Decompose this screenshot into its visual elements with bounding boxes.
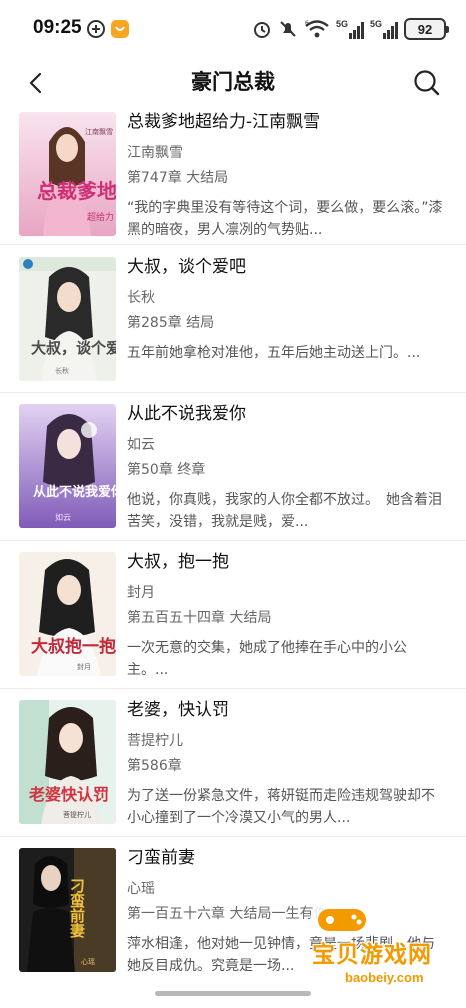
book-cover[interactable]: 老婆快认罚 菩提柠儿: [19, 700, 116, 824]
book-author: 如云: [127, 437, 155, 453]
network-label: 5G: [369, 19, 382, 29]
book-author: 封月: [127, 585, 155, 601]
book-title[interactable]: 老婆，快认罚: [127, 698, 446, 722]
book-cover[interactable]: 大叔抱一抱 封月: [19, 552, 116, 676]
book-cover[interactable]: 大叔，谈个爱吧 长秋: [19, 257, 116, 381]
cover-author: 心瑶: [81, 957, 95, 966]
wifi-icon: 6: [305, 20, 329, 38]
divider: [0, 392, 466, 393]
cover-title: 大叔抱一抱: [31, 636, 116, 657]
book-chapter: 第285章 结局: [127, 315, 215, 331]
book-description: 五年前她拿枪对准他，五年后她主动送上门。...: [127, 345, 421, 361]
cover-author: 封月: [77, 662, 91, 671]
book-chapter: 第586章: [127, 758, 182, 774]
book-author: 江南飘雪: [127, 145, 183, 161]
book-info: 从此不说我爱你 如云 第50章 终章 他说，你真贱，我家的人你全都不放过。 她含…: [127, 402, 446, 533]
book-chapter: 第747章 大结局: [127, 170, 229, 186]
book-description: 一次无意的交集，她成了他捧在手心中的小公主。...: [127, 640, 407, 678]
divider: [0, 244, 466, 245]
book-cover[interactable]: 刁蛮前妻 心瑶: [19, 848, 116, 972]
book-chapter: 第50章 终章: [127, 462, 206, 478]
book-info: 大叔，谈个爱吧 长秋 第285章 结局 五年前她拿枪对准他，五年后她主动送上门。…: [127, 255, 446, 386]
book-info: 老婆，快认罚 菩提柠儿 第586章 为了送一份紧急文件，蒋妍铤而走险违规驾驶却不…: [127, 698, 446, 829]
home-indicator[interactable]: [155, 991, 311, 996]
signal-icon: 5G: [336, 19, 364, 39]
svg-text:6: 6: [305, 20, 309, 27]
book-description: 为了送一份紧急文件，蒋妍铤而走险违规驾驶却不小心撞到了一个冷漠又小气的男人...: [127, 788, 435, 826]
cover-title: 刁蛮前妻: [68, 878, 86, 939]
cover-title: 老婆快认罚: [28, 785, 109, 804]
network-label: 5G: [335, 19, 348, 29]
status-icons: 6 5G 5G 92: [252, 16, 449, 42]
alarm-icon: [253, 22, 270, 38]
cover-title: 总裁爹地: [37, 179, 116, 203]
book-title[interactable]: 刁蛮前妻: [127, 846, 446, 870]
cover-title: 从此不说我爱你: [33, 484, 116, 500]
nav-bar: 豪门总裁: [0, 58, 466, 108]
battery-level: 92: [417, 21, 433, 37]
book-cover[interactable]: 从此不说我爱你 如云: [19, 404, 116, 528]
book-author: 长秋: [127, 290, 155, 306]
back-button[interactable]: [20, 66, 54, 100]
divider: [0, 540, 466, 541]
divider: [0, 836, 466, 837]
book-title[interactable]: 从此不说我爱你: [127, 402, 446, 426]
cover-subtitle: 超给力: [87, 211, 114, 223]
search-button[interactable]: [410, 66, 444, 100]
cover-title: 大叔，谈个爱吧: [31, 339, 116, 357]
list-item[interactable]: 大叔，谈个爱吧 长秋 大叔，谈个爱吧 长秋 第285章 结局 五年前她拿枪对准他…: [0, 246, 466, 394]
book-description: 他说，你真贱，我家的人你全都不放过。 她含着泪苦笑，没错，我就是贱，爱...: [127, 492, 442, 530]
book-chapter: 第五百五十四章 大结局: [127, 610, 272, 626]
list-item[interactable]: 从此不说我爱你 如云 从此不说我爱你 如云 第50章 终章 他说，你真贱，我家的…: [0, 394, 466, 542]
book-info: 总裁爹地超给力-江南飘雪 江南飘雪 第747章 大结局 “我的字典里没有等待这个…: [127, 110, 446, 241]
book-description: “我的字典里没有等待这个词，要么做，要么滚。”漆黑的暗夜，男人凛冽的气势贴...: [127, 200, 443, 238]
divider: [0, 688, 466, 689]
cover-author: 江南飘雪: [85, 127, 113, 136]
list-item[interactable]: 大叔抱一抱 封月 大叔，抱一抱 封月 第五百五十四章 大结局 一次无意的交集，她…: [0, 542, 466, 690]
cover-author: 如云: [55, 512, 71, 522]
cover-author: 长秋: [55, 366, 69, 375]
status-time: 09:25: [33, 17, 82, 38]
watermark-url: baobeiy.com: [345, 970, 424, 985]
book-title[interactable]: 大叔，抱一抱: [127, 550, 446, 574]
cover-author: 菩提柠儿: [63, 810, 91, 819]
book-info: 大叔，抱一抱 封月 第五百五十四章 大结局 一次无意的交集，她成了他捧在手心中的…: [127, 550, 446, 681]
list-item[interactable]: 总裁爹地 超给力 江南飘雪 总裁爹地超给力-江南飘雪 江南飘雪 第747章 大结…: [0, 108, 466, 246]
battery-icon: 92: [404, 18, 449, 40]
status-bar: 09:25 6 5G 5G 92: [0, 0, 466, 58]
list-item[interactable]: 老婆快认罚 菩提柠儿 老婆，快认罚 菩提柠儿 第586章 为了送一份紧急文件，蒋…: [0, 690, 466, 838]
chevron-left-icon: [29, 72, 42, 94]
book-author: 菩提柠儿: [127, 733, 183, 749]
app-notification-icon: [87, 20, 105, 38]
signal-icon: 5G: [370, 19, 398, 39]
mute-icon: [280, 21, 296, 37]
app-badge-icon: [111, 20, 129, 38]
book-title[interactable]: 大叔，谈个爱吧: [127, 255, 446, 279]
search-icon: [414, 70, 440, 96]
book-list: 总裁爹地 超给力 江南飘雪 总裁爹地超给力-江南飘雪 江南飘雪 第747章 大结…: [0, 108, 466, 978]
page-title: 豪门总裁: [191, 70, 275, 94]
book-cover[interactable]: 总裁爹地 超给力 江南飘雪: [19, 112, 116, 236]
watermark-text: 宝贝游戏网: [312, 942, 432, 968]
book-title[interactable]: 总裁爹地超给力-江南飘雪: [127, 110, 446, 134]
